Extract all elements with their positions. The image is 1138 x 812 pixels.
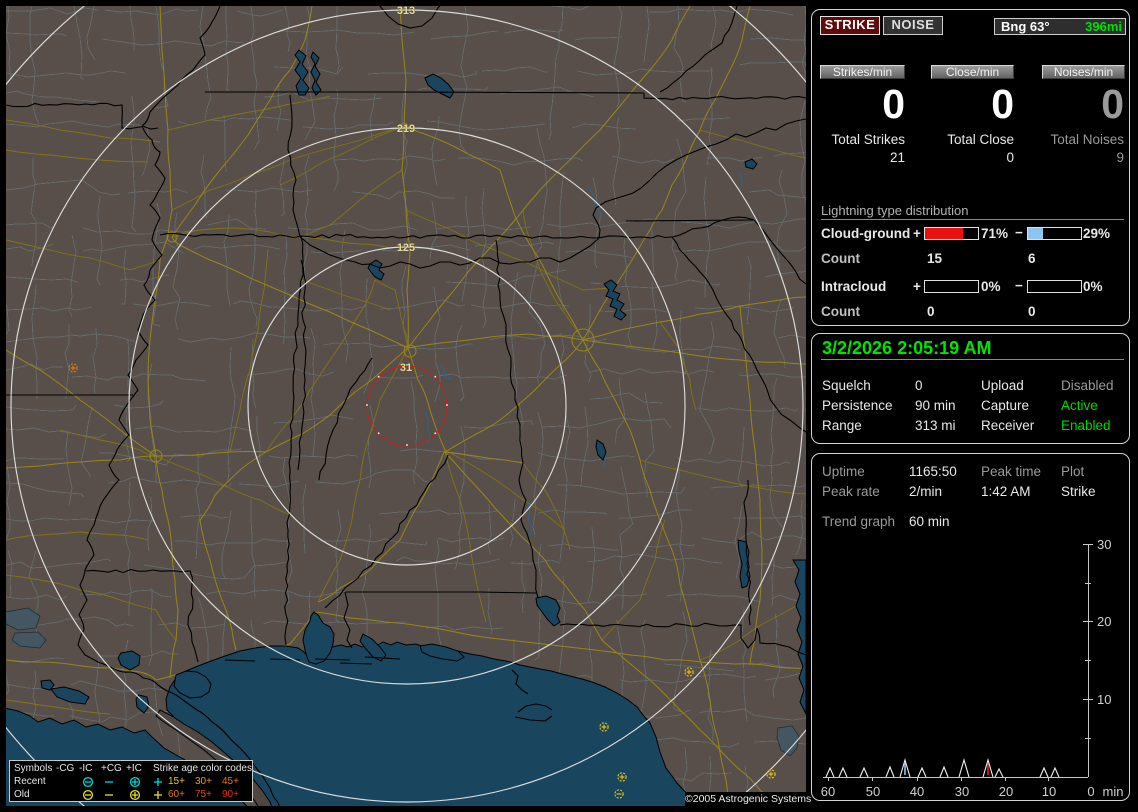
svg-text:20: 20	[999, 784, 1013, 799]
svg-text:20: 20	[1097, 614, 1111, 629]
svg-text:60: 60	[821, 784, 835, 799]
svg-text:50: 50	[866, 784, 880, 799]
svg-text:31: 31	[400, 362, 412, 374]
svg-text:10: 10	[1042, 784, 1056, 799]
svg-text:min: min	[1103, 784, 1124, 799]
svg-text:125: 125	[397, 242, 415, 254]
svg-text:30: 30	[1097, 539, 1111, 552]
svg-text:10: 10	[1097, 692, 1111, 707]
svg-text:313: 313	[397, 6, 415, 17]
svg-text:219: 219	[397, 123, 415, 135]
svg-text:0: 0	[1087, 784, 1094, 799]
svg-text:40: 40	[910, 784, 924, 799]
svg-text:30: 30	[955, 784, 969, 799]
